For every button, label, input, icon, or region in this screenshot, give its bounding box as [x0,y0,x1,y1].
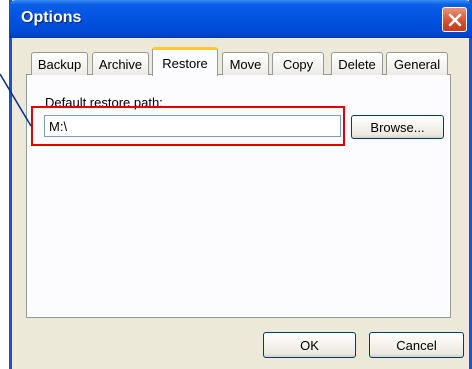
ok-button[interactable]: OK [263,332,356,358]
tab-restore[interactable]: Restore [152,47,218,76]
tab-delete[interactable]: Delete [331,52,383,75]
browse-button[interactable]: Browse... [351,115,444,139]
tab-label: Delete [338,56,376,72]
tab-label: General [393,56,441,72]
title-bar[interactable]: Options [9,0,472,38]
close-button[interactable] [442,7,467,32]
browse-button-label: Browse... [370,119,425,135]
tab-archive[interactable]: Archive [92,52,149,75]
cancel-button-label: Cancel [396,337,437,353]
tab-move[interactable]: Move [222,52,269,75]
tab-copy[interactable]: Copy [272,52,324,75]
tab-label: Restore [162,55,208,71]
tab-label: Archive [98,56,143,72]
cancel-button[interactable]: Cancel [369,332,464,358]
tab-label: Copy [282,56,314,72]
ok-button-label: OK [300,337,319,353]
tab-label: Move [229,56,262,72]
annotation-arrow [0,73,32,127]
tab-general[interactable]: General [386,52,448,75]
close-icon [448,13,461,26]
annotation-highlight-box [31,106,345,146]
